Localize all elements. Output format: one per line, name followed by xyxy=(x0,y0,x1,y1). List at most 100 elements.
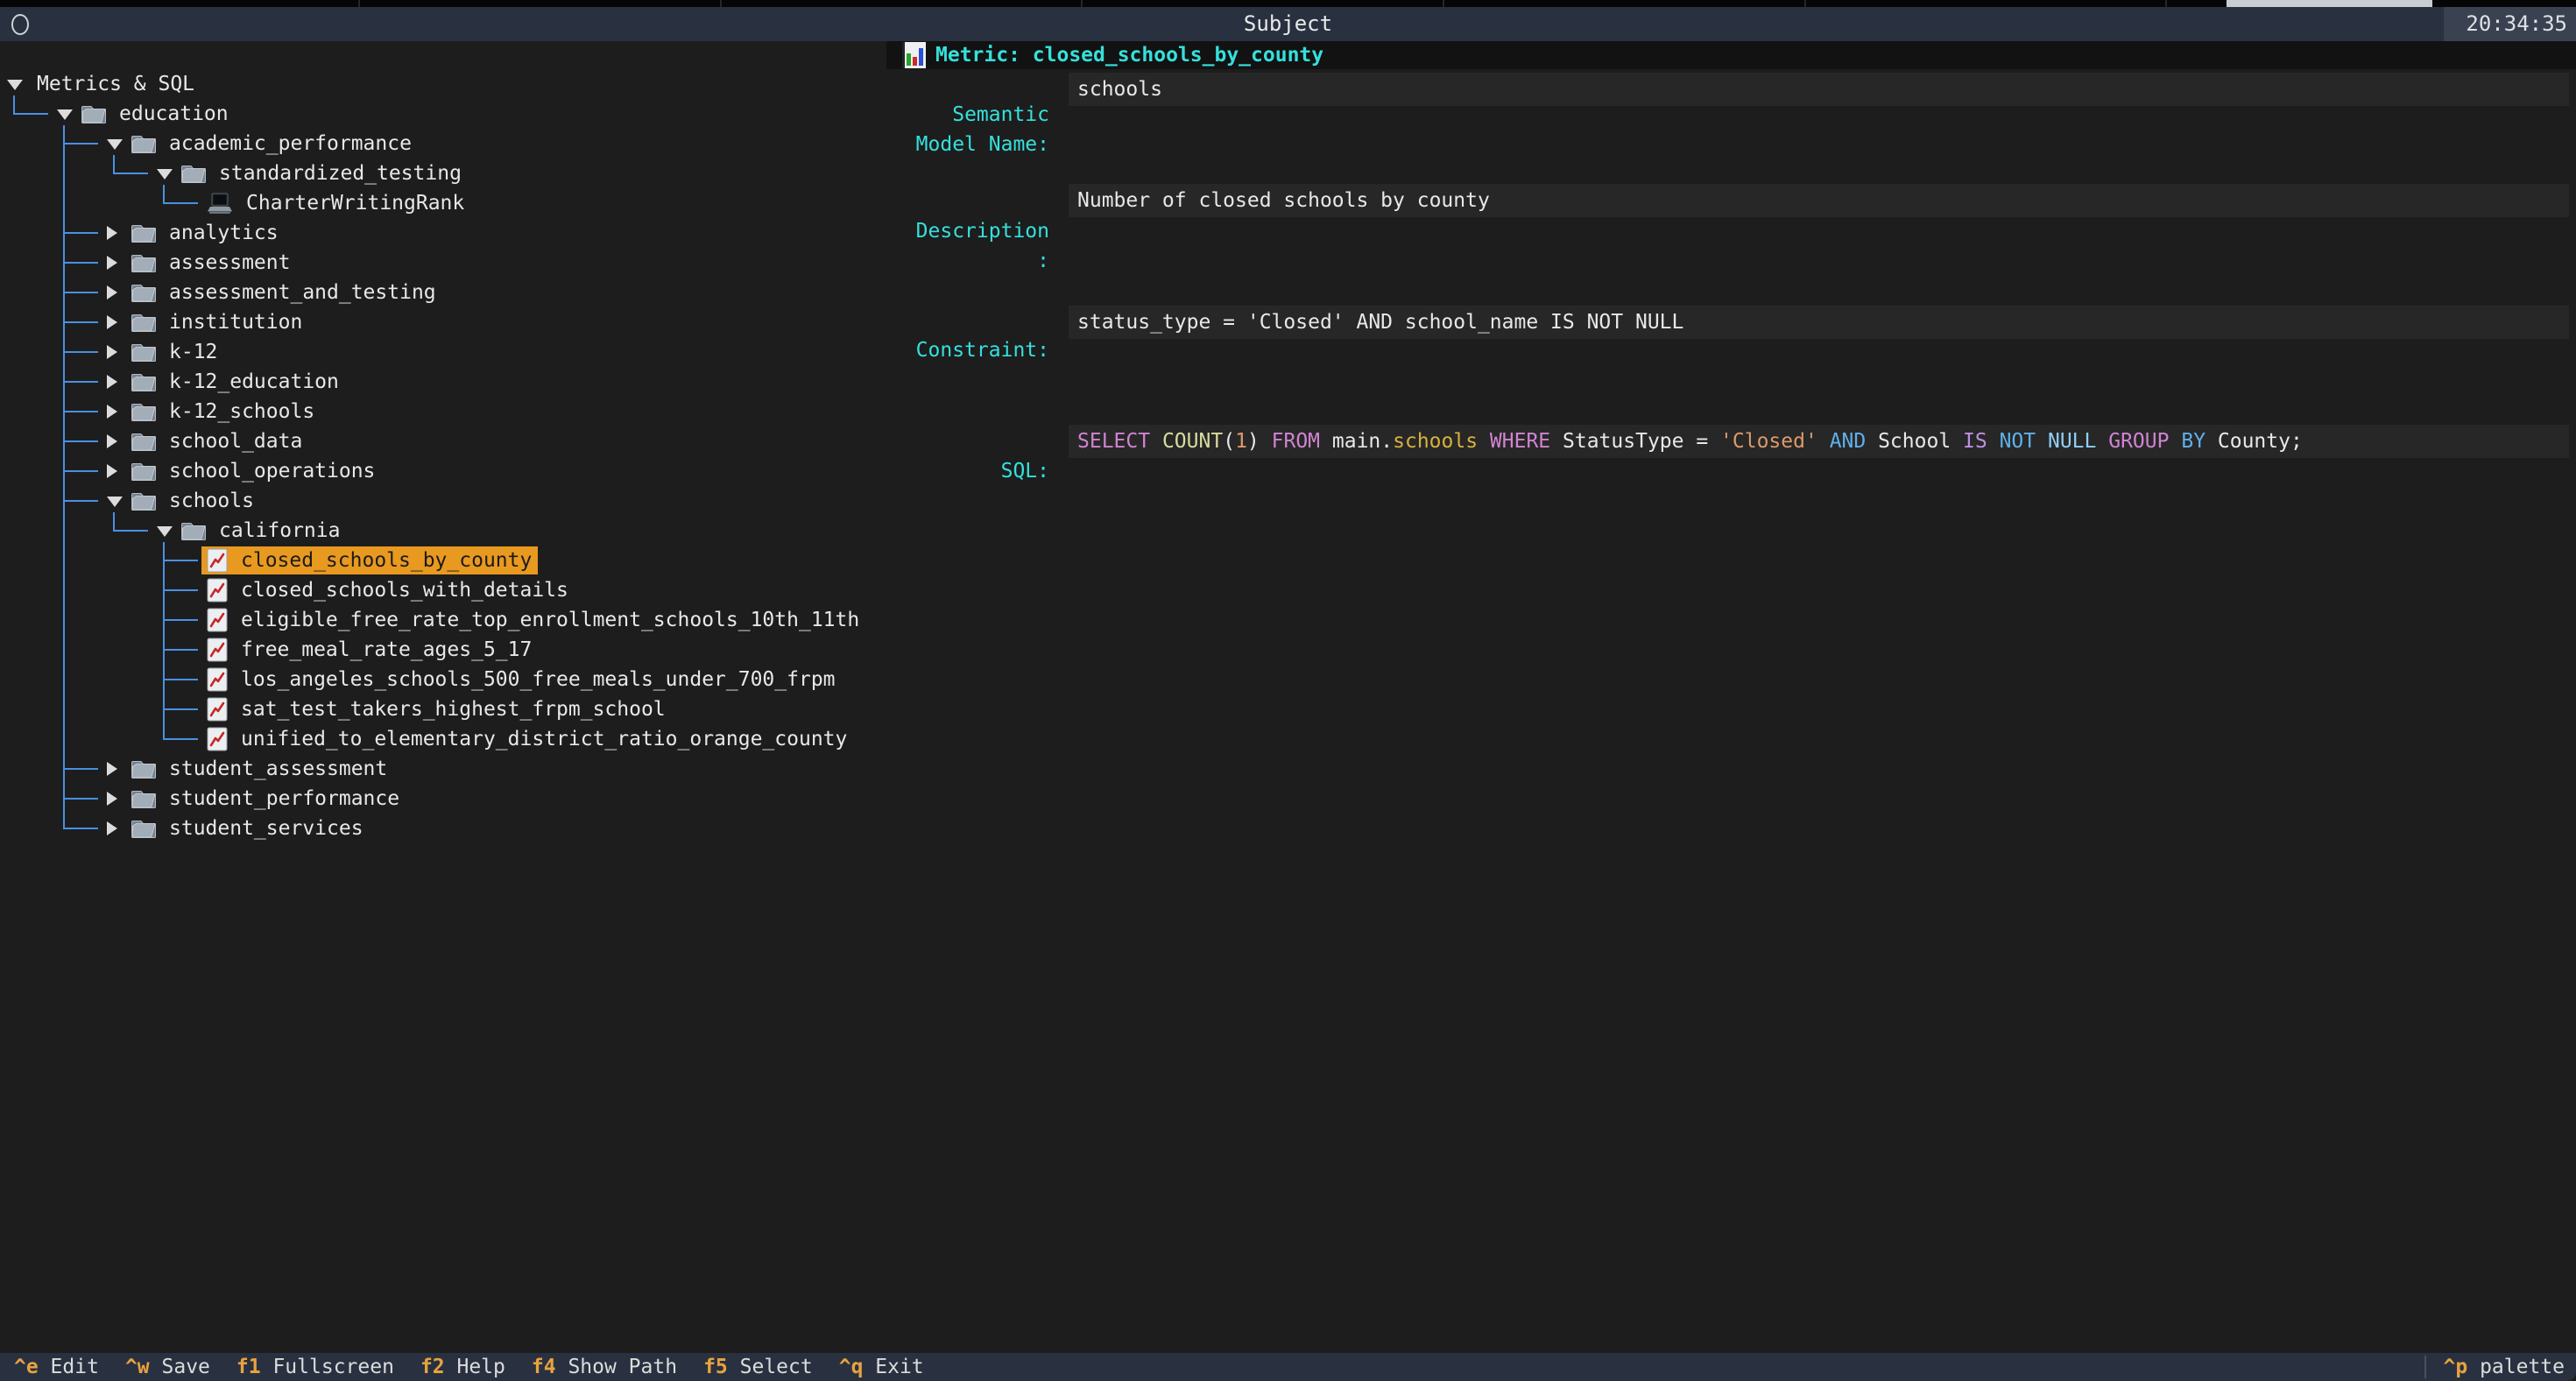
palette-shortcut[interactable]: ^p palette xyxy=(2444,1353,2565,1381)
tree-item-assessment[interactable]: assessment xyxy=(126,249,296,277)
tree-item-los-angeles-schools-500-free-meals-under-700-frpm[interactable]: los_angeles_schools_500_free_meals_under… xyxy=(201,666,842,694)
shortcut-key: f5 xyxy=(703,1356,728,1378)
shortcut-label: Save xyxy=(150,1356,210,1378)
tree-row: unified_to_elementary_district_ratio_ora… xyxy=(0,724,885,754)
tab-divider xyxy=(358,0,360,7)
chevron-down-icon[interactable] xyxy=(57,109,73,120)
tree-item-education[interactable]: education xyxy=(76,100,235,128)
tree-item-standardized-testing[interactable]: standardized_testing xyxy=(176,159,468,187)
tree-item-metrics-sql[interactable]: Metrics & SQL xyxy=(32,70,201,98)
chevron-right-icon[interactable] xyxy=(107,226,117,240)
chevron-right-icon[interactable] xyxy=(107,821,117,835)
tree-row: standardized_testing xyxy=(0,159,885,188)
tree-item-free-meal-rate-ages-5-17[interactable]: free_meal_rate_ages_5_17 xyxy=(201,636,538,664)
chevron-down-icon[interactable] xyxy=(107,497,123,507)
tree-item-k-12[interactable]: k-12 xyxy=(126,338,223,366)
tree-item-label: academic_performance xyxy=(169,132,412,155)
chevron-right-icon[interactable] xyxy=(107,405,117,419)
tree-item-student-services[interactable]: student_services xyxy=(126,814,370,842)
tree-item-sat-test-takers-highest-frpm-school[interactable]: sat_test_takers_highest_frpm_school xyxy=(201,695,672,723)
shortcut-help[interactable]: f2 Help xyxy=(420,1353,505,1381)
tree-row: schools xyxy=(0,486,885,516)
chevron-down-icon[interactable] xyxy=(7,80,23,90)
tree-item-analytics[interactable]: analytics xyxy=(126,219,285,247)
chevron-right-icon[interactable] xyxy=(107,375,117,389)
tree-item-closed-schools-by-county[interactable]: closed_schools_by_county xyxy=(201,546,538,574)
chevron-down-icon[interactable] xyxy=(157,526,173,537)
tree-item-school-operations[interactable]: school_operations xyxy=(126,457,381,485)
sql-input[interactable]: SELECT COUNT(1) FROM main.schools WHERE … xyxy=(1069,425,2569,458)
shortcut-list: ^e Edit ^w Save f1 Fullscreen f2 Help f4 Sho… xyxy=(14,1353,924,1381)
tree-item-label: student_services xyxy=(169,817,363,840)
tree-item-label: institution xyxy=(169,311,302,334)
top-bar: Subject 20:34:35 xyxy=(0,7,2576,41)
chevron-down-icon[interactable] xyxy=(107,139,123,150)
tree-item-label: los_angeles_schools_500_free_meals_under… xyxy=(241,668,836,691)
folder-icon-wrap xyxy=(131,282,156,303)
sql-token xyxy=(2036,430,2048,453)
tree-item-k-12-schools[interactable]: k-12_schools xyxy=(126,398,321,426)
tree-row: education xyxy=(0,99,885,129)
tree-item-eligible-free-rate-top-enrollment-schools-10th-11th[interactable]: eligible_free_rate_top_enrollment_school… xyxy=(201,606,865,634)
sql-token xyxy=(1817,430,1830,453)
tree-item-institution[interactable]: institution xyxy=(126,308,308,336)
chart-icon-wrap xyxy=(207,727,228,751)
chevron-right-icon[interactable] xyxy=(107,345,117,359)
chevron-right-icon[interactable] xyxy=(107,285,117,299)
chevron-right-icon[interactable] xyxy=(107,256,117,270)
shortcut-label: Select xyxy=(728,1356,813,1378)
folder-icon-wrap xyxy=(131,461,156,482)
semantic-model-name-input[interactable]: schools xyxy=(1069,73,2569,106)
shortcut-fullscreen[interactable]: f1 Fullscreen xyxy=(236,1353,394,1381)
sql-token xyxy=(1260,430,1272,453)
chevron-right-icon[interactable] xyxy=(107,464,117,478)
tree-item-school-data[interactable]: school_data xyxy=(126,427,308,455)
chart-icon xyxy=(207,638,228,662)
shortcut-exit[interactable]: ^q Exit xyxy=(839,1353,924,1381)
chart-icon-wrap xyxy=(207,638,228,662)
tree-item-label: unified_to_elementary_district_ratio_ora… xyxy=(241,728,847,750)
tree-item-closed-schools-with-details[interactable]: closed_schools_with_details xyxy=(201,576,575,604)
tree-item-student-assessment[interactable]: student_assessment xyxy=(126,755,393,783)
tree-item-charterwritingrank[interactable]: CharterWritingRank xyxy=(201,189,470,217)
tree-item-california[interactable]: california xyxy=(176,517,346,545)
sql-token xyxy=(1987,430,2000,453)
chevron-right-icon[interactable] xyxy=(107,792,117,806)
terminal-tab-active-segment[interactable] xyxy=(2227,0,2432,7)
chevron-right-icon[interactable] xyxy=(107,762,117,776)
tree-item-unified-to-elementary-district-ratio-orange-county[interactable]: unified_to_elementary_district_ratio_ora… xyxy=(201,725,853,753)
folder-icon xyxy=(181,163,206,184)
shortcut-show-path[interactable]: f4 Show Path xyxy=(532,1353,677,1381)
tree-item-academic-performance[interactable]: academic_performance xyxy=(126,130,418,158)
tree-row: school_data xyxy=(0,426,885,456)
sql-label: SQL: xyxy=(895,458,1049,484)
chart-icon xyxy=(207,697,228,722)
chevron-down-icon[interactable] xyxy=(157,169,173,180)
sql-token: NULL xyxy=(2048,430,2096,453)
shortcut-select[interactable]: f5 Select xyxy=(703,1353,813,1381)
tree-row: academic_performance xyxy=(0,129,885,159)
tree-row: Metrics & SQL xyxy=(0,69,885,99)
tree-item-label: schools xyxy=(169,490,254,512)
description-input[interactable]: Number of closed schools by county xyxy=(1069,184,2569,217)
constraint-input[interactable]: status_type = 'Closed' AND school_name I… xyxy=(1069,306,2569,339)
chevron-right-icon[interactable] xyxy=(107,434,117,448)
tree-item-assessment-and-testing[interactable]: assessment_and_testing xyxy=(126,278,442,306)
sql-token: 1 xyxy=(1235,430,1247,453)
tree-item-k-12-education[interactable]: k-12_education xyxy=(126,368,345,396)
chart-icon xyxy=(207,727,228,751)
folder-icon-wrap xyxy=(81,103,106,124)
tree-item-schools[interactable]: schools xyxy=(126,487,260,515)
sql-token: StatusType = xyxy=(1550,430,1720,453)
palette-divider xyxy=(2424,1356,2426,1378)
shortcut-save[interactable]: ^w Save xyxy=(125,1353,210,1381)
shortcut-key: f1 xyxy=(236,1356,261,1378)
tree-item-label: k-12_education xyxy=(169,370,339,393)
sql-token: AND xyxy=(1830,430,1867,453)
shortcut-edit[interactable]: ^e Edit xyxy=(14,1353,99,1381)
shortcut-label: Show Path xyxy=(556,1356,677,1378)
chevron-right-icon[interactable] xyxy=(107,315,117,329)
tree-item-student-performance[interactable]: student_performance xyxy=(126,785,406,813)
sql-token: GROUP xyxy=(2108,430,2169,453)
tab-divider xyxy=(1081,0,1083,7)
